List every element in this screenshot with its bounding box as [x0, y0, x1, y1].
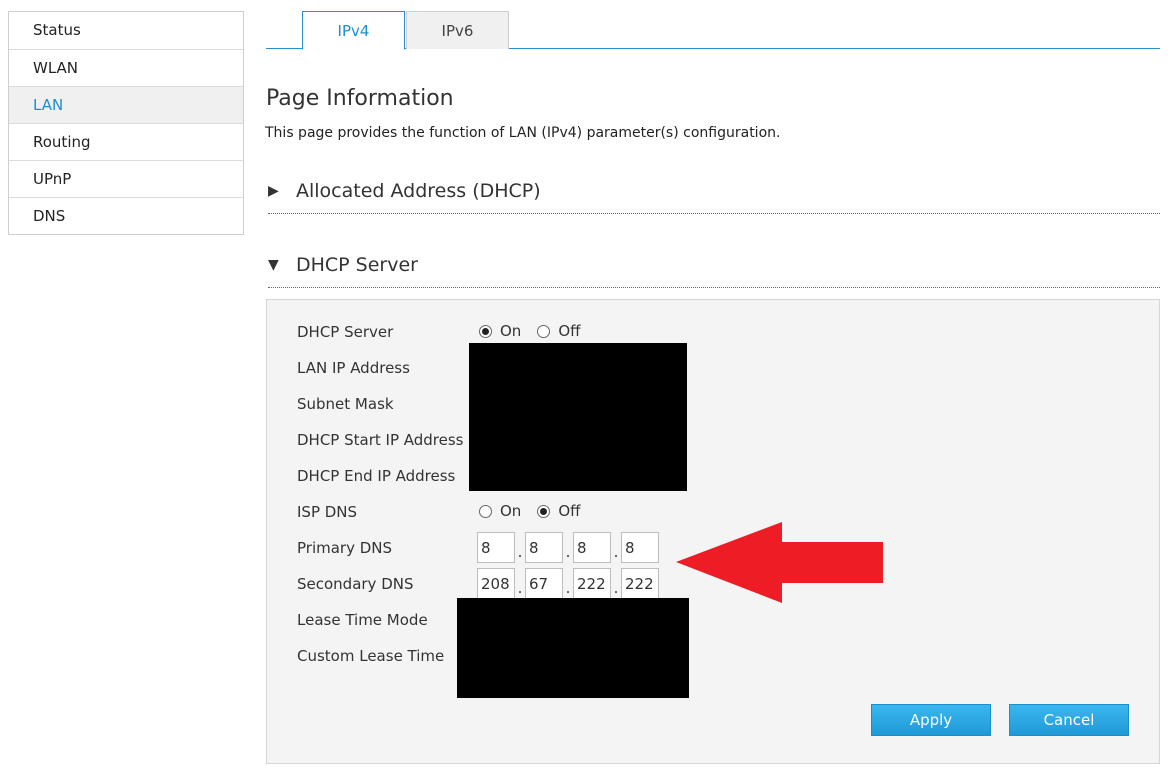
ip-separator: .	[517, 543, 523, 561]
primary-dns-label: Primary DNS	[297, 539, 393, 557]
primary-dns-input-group: . . .	[477, 532, 659, 563]
secondary-dns-input-group: . . .	[477, 568, 659, 599]
tab-ipv4[interactable]: IPv4	[302, 11, 405, 50]
secondary-dns-octet-4[interactable]	[621, 568, 659, 599]
ip-separator: .	[517, 579, 523, 597]
isp-dns-radio-group: On Off	[479, 502, 596, 520]
section-title: DHCP Server	[296, 254, 418, 276]
cancel-button[interactable]: Cancel	[1009, 704, 1129, 736]
dhcp-start-ip-label: DHCP Start IP Address	[297, 431, 464, 449]
dhcp-server-on-radio[interactable]	[479, 324, 492, 338]
tab-bar: IPv4 IPv6	[266, 11, 1160, 50]
redacted-lease-fields	[457, 598, 689, 698]
ip-separator: .	[613, 543, 619, 561]
radio-label: On	[500, 502, 522, 520]
sidebar-item-routing[interactable]: Routing	[9, 123, 243, 160]
dhcp-end-ip-label: DHCP End IP Address	[297, 467, 456, 485]
primary-dns-octet-2[interactable]	[525, 532, 563, 563]
sidebar-item-dns[interactable]: DNS	[9, 197, 243, 234]
annotation-arrow-icon	[676, 522, 883, 603]
redacted-ip-fields	[469, 343, 687, 491]
dhcp-server-label: DHCP Server	[297, 323, 394, 341]
ip-separator: .	[565, 543, 571, 561]
custom-lease-time-label: Custom Lease Time	[297, 647, 445, 665]
section-allocated-address[interactable]: ▶ Allocated Address (DHCP)	[268, 180, 1160, 214]
section-dhcp-server[interactable]: ▼ DHCP Server	[268, 254, 1160, 288]
ip-separator: .	[565, 579, 571, 597]
ip-separator: .	[613, 579, 619, 597]
expand-arrow-icon: ▶	[268, 183, 279, 199]
sidebar-nav: Status WLAN LAN Routing UPnP DNS	[8, 11, 244, 235]
radio-label: On	[500, 322, 522, 340]
page-description: This page provides the function of LAN (…	[265, 125, 781, 141]
secondary-dns-octet-2[interactable]	[525, 568, 563, 599]
secondary-dns-octet-1[interactable]	[477, 568, 515, 599]
isp-dns-on-radio[interactable]	[479, 504, 492, 518]
page-title: Page Information	[266, 86, 454, 111]
isp-dns-off-radio[interactable]	[537, 504, 551, 518]
lease-time-mode-label: Lease Time Mode	[297, 611, 428, 629]
sidebar-item-upnp[interactable]: UPnP	[9, 160, 243, 197]
primary-dns-octet-3[interactable]	[573, 532, 611, 563]
sidebar-item-wlan[interactable]: WLAN	[9, 49, 243, 86]
radio-label: Off	[558, 502, 581, 520]
collapse-arrow-icon: ▼	[268, 257, 279, 273]
dhcp-server-radio-group: On Off	[479, 322, 596, 340]
dhcp-server-off-radio[interactable]	[537, 324, 551, 338]
sidebar-item-lan[interactable]: LAN	[9, 86, 243, 123]
lan-ip-address-label: LAN IP Address	[297, 359, 410, 377]
isp-dns-label: ISP DNS	[297, 503, 358, 521]
radio-label: Off	[558, 322, 581, 340]
tab-ipv6[interactable]: IPv6	[406, 11, 509, 49]
apply-button[interactable]: Apply	[871, 704, 991, 736]
subnet-mask-label: Subnet Mask	[297, 395, 394, 413]
primary-dns-octet-1[interactable]	[477, 532, 515, 563]
secondary-dns-octet-3[interactable]	[573, 568, 611, 599]
primary-dns-octet-4[interactable]	[621, 532, 659, 563]
secondary-dns-label: Secondary DNS	[297, 575, 414, 593]
section-title: Allocated Address (DHCP)	[296, 180, 541, 202]
sidebar-item-status[interactable]: Status	[9, 12, 243, 49]
